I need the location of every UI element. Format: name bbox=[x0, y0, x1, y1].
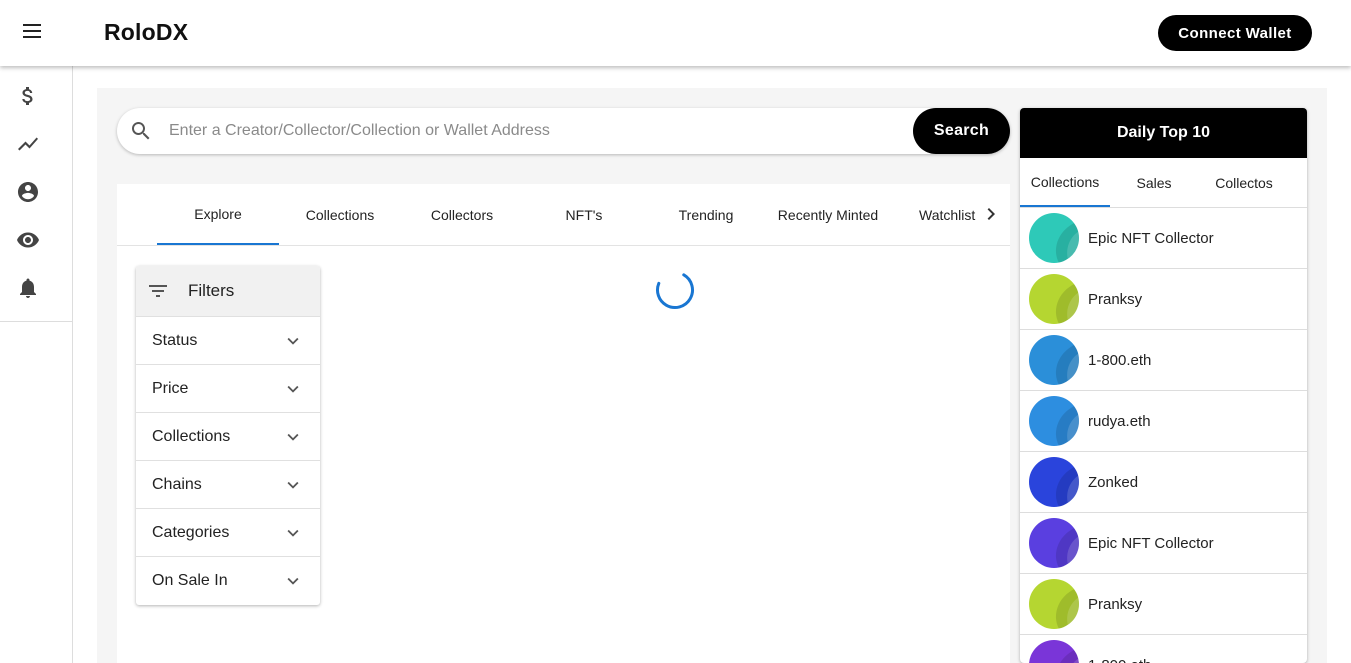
app-title: RoloDX bbox=[104, 19, 189, 45]
top10-list: Epic NFT Collector Pranksy 1-800.eth rudya.… bbox=[1020, 208, 1307, 663]
tab-trending[interactable]: Trending bbox=[645, 184, 767, 245]
chevron-down-icon bbox=[287, 385, 299, 393]
filter-status[interactable]: Status bbox=[136, 316, 320, 364]
filter-label: Categories bbox=[152, 523, 230, 541]
chevron-down-icon bbox=[287, 337, 299, 345]
top10-tab-collections[interactable]: Collections bbox=[1020, 158, 1110, 207]
chevron-down-icon bbox=[287, 481, 299, 489]
avatar bbox=[1029, 213, 1079, 263]
tab-explore[interactable]: Explore bbox=[157, 184, 279, 245]
tab-recently-minted[interactable]: Recently Minted bbox=[767, 184, 889, 245]
account-icon[interactable] bbox=[0, 168, 56, 216]
top10-list-item[interactable]: 1-800.eth bbox=[1020, 330, 1307, 391]
tab-bar: Explore Collections Collectors NFT's Tre… bbox=[117, 184, 1010, 246]
filter-icon bbox=[146, 279, 170, 303]
top10-item-name: Pranksy bbox=[1088, 595, 1143, 613]
filters-panel: Filters Status Price Collections Chains … bbox=[136, 266, 320, 605]
explore-content: Explore Collections Collectors NFT's Tre… bbox=[117, 184, 1010, 663]
filters-title: Filters bbox=[188, 281, 235, 300]
menu-icon[interactable] bbox=[18, 20, 46, 46]
filter-collections[interactable]: Collections bbox=[136, 412, 320, 460]
main-panel: Search Explore Collections Collectors NF… bbox=[97, 88, 1327, 663]
filter-label: Price bbox=[152, 379, 189, 397]
filter-label: Status bbox=[152, 331, 198, 349]
filters-header: Filters bbox=[136, 266, 320, 316]
top10-list-item[interactable]: rudya.eth bbox=[1020, 391, 1307, 452]
avatar bbox=[1029, 457, 1079, 507]
chevron-down-icon bbox=[287, 433, 299, 441]
trending-icon[interactable] bbox=[0, 120, 56, 168]
search-icon bbox=[129, 119, 153, 143]
search-button[interactable]: Search bbox=[913, 108, 1010, 154]
filter-price[interactable]: Price bbox=[136, 364, 320, 412]
daily-top-10-panel: Daily Top 10 Collections Sales Collectos… bbox=[1020, 108, 1307, 663]
top10-tab-sales[interactable]: Sales bbox=[1110, 158, 1198, 207]
chevron-down-icon bbox=[287, 577, 299, 585]
bell-icon[interactable] bbox=[0, 264, 56, 312]
tab-collectors[interactable]: Collectors bbox=[401, 184, 523, 245]
top10-list-item[interactable]: Epic NFT Collector bbox=[1020, 208, 1307, 269]
loading-spinner bbox=[656, 271, 694, 309]
filter-label: Collections bbox=[152, 427, 231, 445]
side-rail bbox=[0, 66, 73, 663]
top10-item-name: 1-800.eth bbox=[1088, 351, 1152, 369]
tab-collections[interactable]: Collections bbox=[279, 184, 401, 245]
avatar bbox=[1029, 274, 1079, 324]
top10-list-item[interactable]: Epic NFT Collector bbox=[1020, 513, 1307, 574]
top10-list-item[interactable]: Pranksy bbox=[1020, 269, 1307, 330]
tab-watchlist[interactable]: Watchlist bbox=[889, 184, 977, 245]
top10-item-name: Zonked bbox=[1088, 473, 1139, 491]
search-bar bbox=[117, 108, 1010, 154]
top10-list-item[interactable]: 1-800.eth bbox=[1020, 635, 1307, 663]
top10-list-item[interactable]: Pranksy bbox=[1020, 574, 1307, 635]
avatar bbox=[1029, 640, 1079, 663]
app-bar: RoloDX Connect Wallet bbox=[0, 0, 1351, 66]
top10-tab-bar: Collections Sales Collectos bbox=[1020, 158, 1307, 208]
chevron-down-icon bbox=[287, 529, 299, 537]
avatar bbox=[1029, 579, 1079, 629]
filter-on-sale-in[interactable]: On Sale In bbox=[136, 556, 320, 604]
filter-label: Chains bbox=[152, 475, 202, 493]
avatar bbox=[1029, 335, 1079, 385]
tab-nfts[interactable]: NFT's bbox=[523, 184, 645, 245]
filter-chains[interactable]: Chains bbox=[136, 460, 320, 508]
avatar bbox=[1029, 518, 1079, 568]
top10-item-name: 1-800.eth bbox=[1088, 657, 1151, 663]
dollar-icon[interactable] bbox=[0, 72, 56, 120]
top10-item-name: Epic NFT Collector bbox=[1088, 229, 1214, 247]
top10-item-name: Epic NFT Collector bbox=[1088, 534, 1214, 552]
chevron-right-icon[interactable] bbox=[979, 202, 1003, 226]
top10-item-name: Pranksy bbox=[1088, 290, 1143, 308]
connect-wallet-button[interactable]: Connect Wallet bbox=[1158, 15, 1312, 51]
top10-title: Daily Top 10 bbox=[1020, 108, 1307, 158]
eye-icon[interactable] bbox=[0, 216, 56, 264]
filter-label: On Sale In bbox=[152, 571, 228, 589]
top10-item-name: rudya.eth bbox=[1088, 412, 1151, 430]
top10-tab-collectos[interactable]: Collectos bbox=[1198, 158, 1290, 207]
search-input[interactable] bbox=[169, 116, 909, 146]
filter-categories[interactable]: Categories bbox=[136, 508, 320, 556]
top10-list-item[interactable]: Zonked bbox=[1020, 452, 1307, 513]
avatar bbox=[1029, 396, 1079, 446]
